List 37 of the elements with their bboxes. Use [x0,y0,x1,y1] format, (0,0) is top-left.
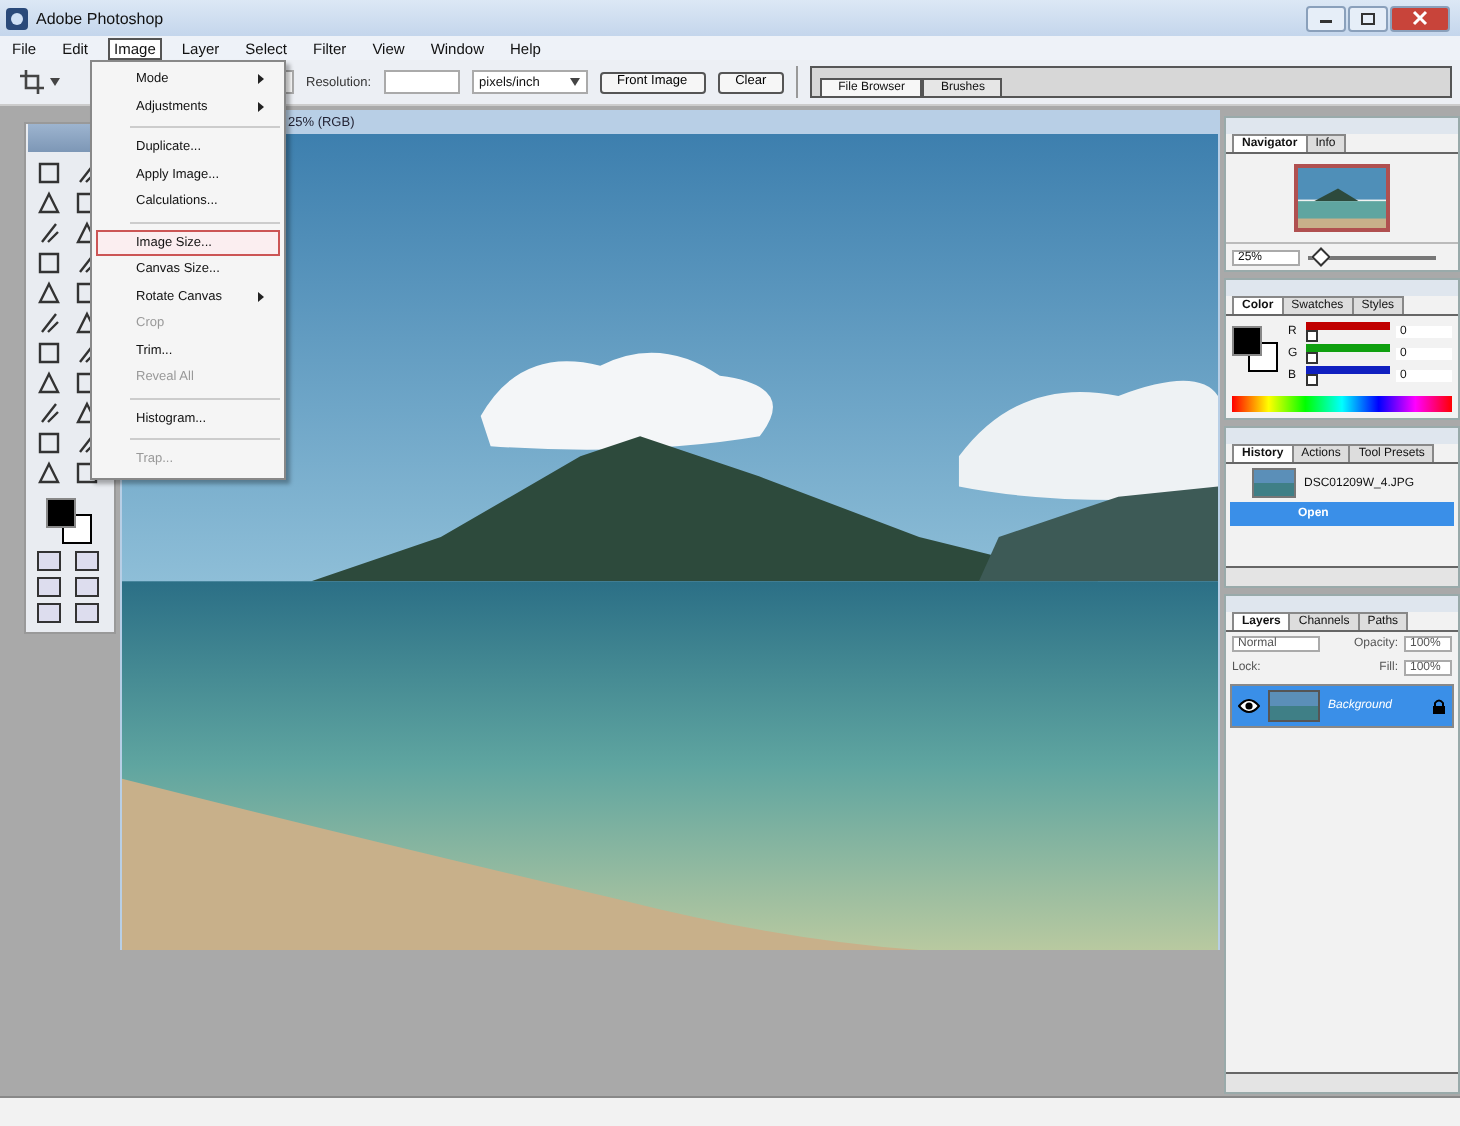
channel-slider[interactable] [1306,366,1390,386]
tool-icon[interactable] [36,280,62,306]
tool-icon[interactable] [36,460,62,486]
resolution-field[interactable] [383,70,460,94]
app-icon [6,7,28,29]
channel-slider[interactable] [1306,344,1390,364]
channel-slider[interactable] [1306,322,1390,342]
tool-icon[interactable] [36,400,62,426]
caret-icon [569,78,580,86]
eye-icon[interactable] [1238,698,1260,714]
tool-icon[interactable] [36,310,62,336]
minimize-button[interactable] [1306,5,1346,31]
window-title: Adobe Photoshop [36,9,164,27]
tool-icon[interactable] [36,190,62,216]
tool-icon[interactable] [36,220,62,246]
crop-icon [20,70,44,94]
tool-icon[interactable] [36,430,62,456]
close-icon [1412,10,1428,26]
mode-icon[interactable] [74,550,100,572]
close-button[interactable] [1390,5,1450,31]
tool-icon[interactable] [36,370,62,396]
mode-icon[interactable] [36,576,62,598]
color-swatches[interactable] [46,498,94,542]
color-swatches[interactable] [1232,326,1280,370]
zoom-slider[interactable] [1308,248,1436,266]
tool-icon[interactable] [36,340,62,366]
color-spectrum[interactable] [1232,396,1452,412]
mode-icon[interactable] [74,602,100,624]
maximize-icon [1360,11,1376,25]
mode-icon[interactable] [36,550,62,572]
navigator-thumbnail [1294,164,1390,232]
mode-icon[interactable] [36,602,62,624]
maximize-button[interactable] [1348,5,1388,31]
mode-icon[interactable] [74,576,100,598]
tool-icon[interactable] [36,160,62,186]
caret-icon [50,78,60,86]
tool-icon[interactable] [36,250,62,276]
